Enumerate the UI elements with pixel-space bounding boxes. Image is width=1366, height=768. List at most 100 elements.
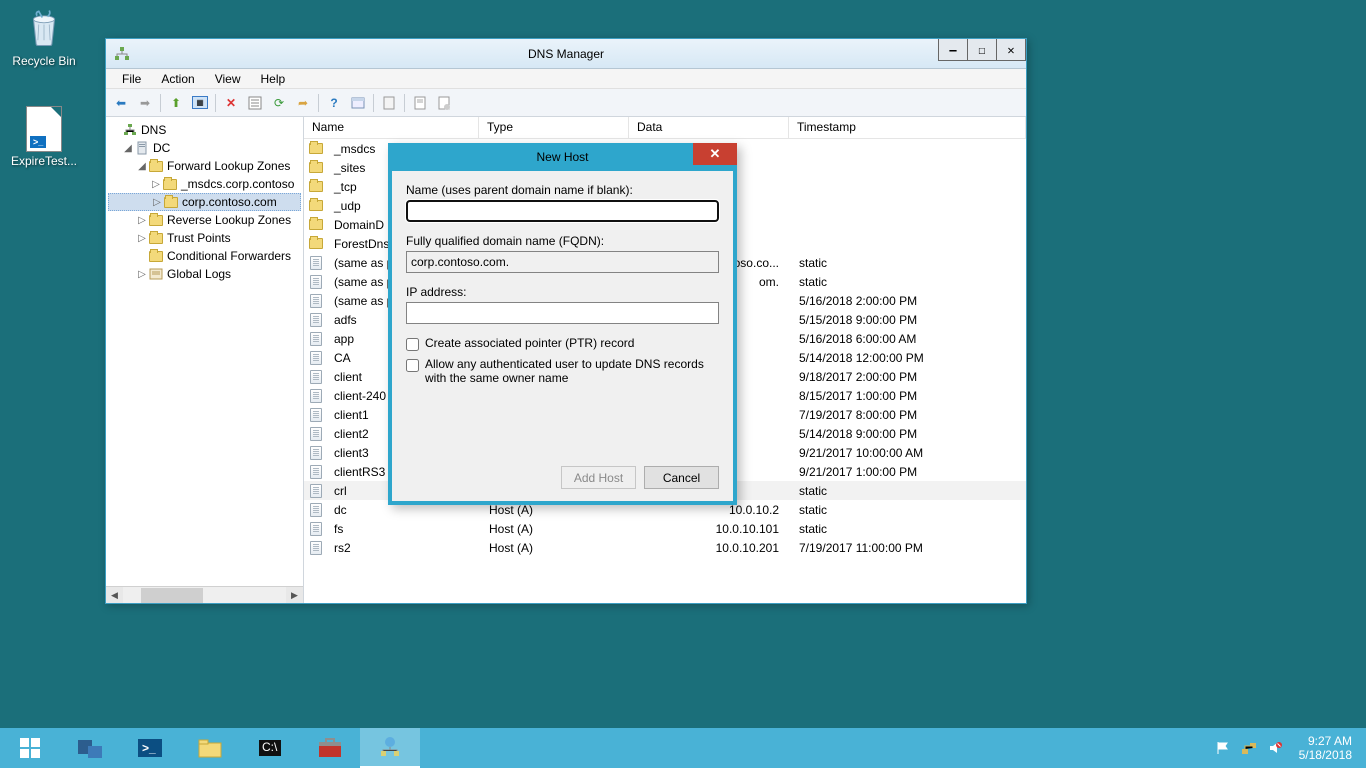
record-icon [310, 427, 322, 441]
folder-icon [164, 197, 178, 208]
cell-timestamp: 5/14/2018 9:00:00 PM [791, 427, 1026, 441]
tree-conditional-fwd[interactable]: Conditional Forwarders [108, 247, 301, 265]
scroll-left-button[interactable]: ◀ [106, 587, 123, 604]
filter-button[interactable] [347, 92, 369, 114]
ip-input[interactable] [406, 302, 719, 324]
cell-data: 10.0.10.101 [631, 522, 791, 536]
show-hide-button[interactable]: ▦ [189, 92, 211, 114]
recycle-bin-label: Recycle Bin [6, 54, 82, 68]
tree-corp-contoso-zone[interactable]: ▷corp.contoso.com [108, 193, 301, 211]
col-timestamp[interactable]: Timestamp [789, 117, 1026, 138]
cell-timestamp: 7/19/2017 8:00:00 PM [791, 408, 1026, 422]
record-icon [310, 484, 322, 498]
record-icon [310, 313, 322, 327]
record-icon [310, 541, 322, 555]
tree-server[interactable]: ◢DC [108, 139, 301, 157]
new-zone-button[interactable] [378, 92, 400, 114]
close-button[interactable]: ✕ [996, 39, 1026, 61]
taskbar: >_ C:\ 9:27 AM 5/18/2018 [0, 728, 1366, 768]
ps1-file[interactable]: ExpireTest... [6, 106, 82, 168]
maximize-button[interactable]: ☐ [967, 39, 997, 61]
folder-icon [149, 233, 163, 244]
volume-icon[interactable] [1267, 740, 1283, 756]
minimize-button[interactable]: — [938, 39, 968, 61]
record-icon [310, 446, 322, 460]
cell-timestamp: 9/21/2017 10:00:00 AM [791, 446, 1026, 460]
dialog-close-button[interactable]: ✕ [693, 143, 737, 165]
menu-file[interactable]: File [112, 69, 151, 88]
new-host-dialog: New Host ✕ Name (uses parent domain name… [388, 143, 737, 505]
add-host-button[interactable]: Add Host [561, 466, 636, 489]
forward-button[interactable]: ➡ [134, 92, 156, 114]
tree-hscroll[interactable]: ◀ ▶ [106, 586, 303, 603]
app-icon [114, 46, 130, 62]
record-icon [310, 389, 322, 403]
clock-time: 9:27 AM [1299, 734, 1352, 748]
list-row[interactable]: rs2Host (A)10.0.10.2017/19/2017 11:00:00… [304, 538, 1026, 557]
powershell-file-icon [26, 106, 62, 152]
svg-text:C:\: C:\ [262, 740, 278, 754]
ptr-checkbox[interactable] [406, 338, 419, 351]
allow-update-checkbox[interactable] [406, 359, 419, 372]
cell-timestamp: 7/19/2017 11:00:00 PM [791, 541, 1026, 555]
tree-global-logs[interactable]: ▷Global Logs [108, 265, 301, 283]
cell-timestamp: 9/18/2017 2:00:00 PM [791, 370, 1026, 384]
start-button[interactable] [0, 728, 60, 768]
tree-trust-points[interactable]: ▷Trust Points [108, 229, 301, 247]
delete-button[interactable]: ✕ [220, 92, 242, 114]
properties-button[interactable] [244, 92, 266, 114]
refresh-button[interactable]: ⟳ [268, 92, 290, 114]
export-button[interactable]: ➦ [292, 92, 314, 114]
task-explorer[interactable] [180, 728, 240, 768]
task-powershell[interactable]: >_ [120, 728, 180, 768]
network-icon[interactable] [1241, 740, 1257, 756]
menu-view[interactable]: View [205, 69, 251, 88]
system-tray: 9:27 AM 5/18/2018 [1207, 728, 1366, 768]
back-button[interactable]: ⬅ [110, 92, 132, 114]
task-server-manager[interactable] [60, 728, 120, 768]
cell-timestamp: 5/16/2018 2:00:00 PM [791, 294, 1026, 308]
dialog-titlebar[interactable]: New Host ✕ [388, 143, 737, 171]
cell-name: rs2 [326, 541, 481, 555]
record-icon [310, 370, 322, 384]
cell-timestamp: 8/15/2017 1:00:00 PM [791, 389, 1026, 403]
log-icon [148, 266, 164, 282]
clock[interactable]: 9:27 AM 5/18/2018 [1293, 734, 1358, 762]
task-dns-manager[interactable] [360, 728, 420, 768]
name-label: Name (uses parent domain name if blank): [406, 183, 719, 197]
menu-action[interactable]: Action [151, 69, 204, 88]
col-name[interactable]: Name [304, 117, 479, 138]
task-cmd[interactable]: C:\ [240, 728, 300, 768]
flag-icon[interactable] [1215, 740, 1231, 756]
new-record-2-button[interactable] [433, 92, 455, 114]
up-button[interactable]: ⬆ [165, 92, 187, 114]
titlebar[interactable]: DNS Manager — ☐ ✕ [106, 39, 1026, 69]
record-icon [310, 294, 322, 308]
tree-rlz[interactable]: ▷Reverse Lookup Zones [108, 211, 301, 229]
record-icon [310, 351, 322, 365]
scroll-thumb[interactable] [141, 588, 203, 603]
svg-text:>_: >_ [142, 741, 156, 755]
cell-timestamp: static [791, 484, 1026, 498]
folder-icon [309, 219, 323, 230]
recycle-bin-icon [20, 4, 68, 52]
folder-icon [309, 200, 323, 211]
menu-help[interactable]: Help [251, 69, 296, 88]
tree-dns-root[interactable]: DNS [108, 121, 301, 139]
tree-pane[interactable]: DNS ◢DC ◢Forward Lookup Zones ▷_msdcs.co… [106, 117, 304, 603]
task-toolbox[interactable] [300, 728, 360, 768]
toolbar: ⬅ ➡ ⬆ ▦ ✕ ⟳ ➦ ? [106, 89, 1026, 117]
cell-timestamp: 9/21/2017 1:00:00 PM [791, 465, 1026, 479]
cancel-button[interactable]: Cancel [644, 466, 719, 489]
list-row[interactable]: fsHost (A)10.0.10.101static [304, 519, 1026, 538]
tree-msdcs-zone[interactable]: ▷_msdcs.corp.contoso [108, 175, 301, 193]
recycle-bin[interactable]: Recycle Bin [6, 4, 82, 68]
cell-data: 10.0.10.201 [631, 541, 791, 555]
tree-flz[interactable]: ◢Forward Lookup Zones [108, 157, 301, 175]
col-data[interactable]: Data [629, 117, 789, 138]
new-record-button[interactable] [409, 92, 431, 114]
scroll-right-button[interactable]: ▶ [286, 587, 303, 604]
name-input[interactable] [406, 200, 719, 222]
col-type[interactable]: Type [479, 117, 629, 138]
help-button[interactable]: ? [323, 92, 345, 114]
